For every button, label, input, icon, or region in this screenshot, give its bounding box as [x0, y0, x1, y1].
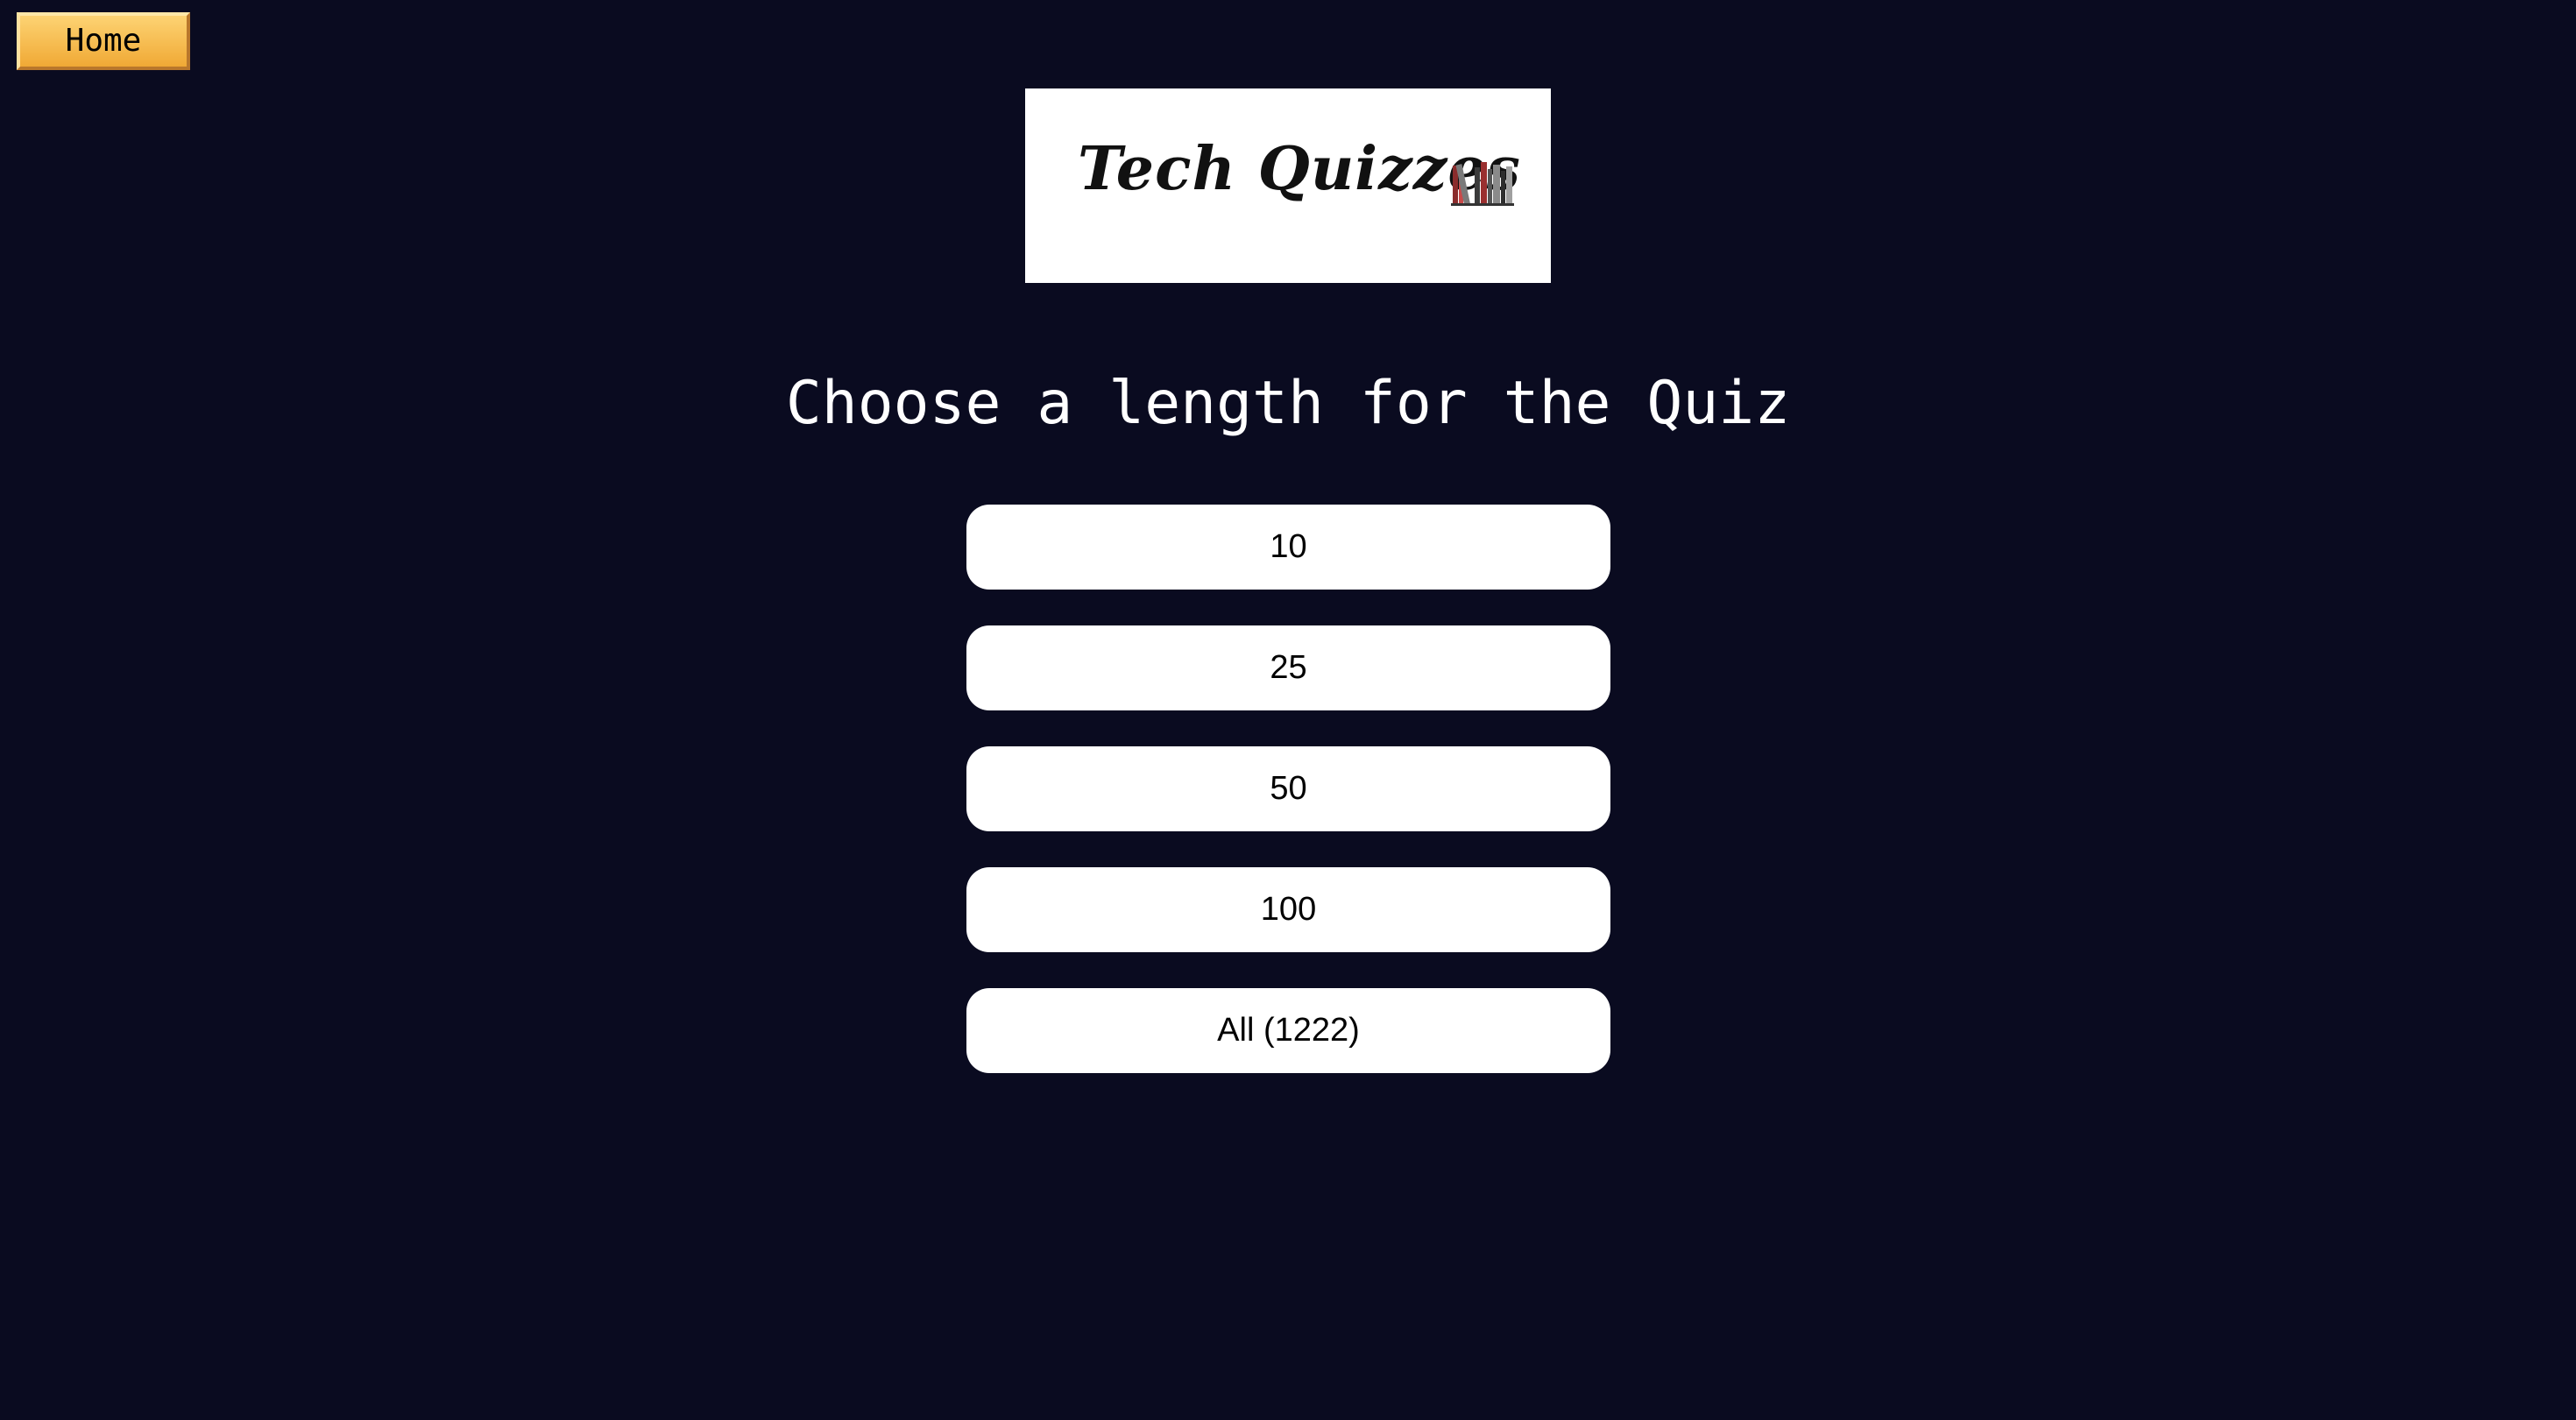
books-icon	[1451, 162, 1514, 206]
length-option-100-button[interactable]: 100	[966, 867, 1610, 952]
length-option-25-button[interactable]: 25	[966, 625, 1610, 710]
length-option-10-button[interactable]: 10	[966, 505, 1610, 590]
length-option-50-button[interactable]: 50	[966, 746, 1610, 831]
page-title: Choose a length for the Quiz	[785, 369, 1791, 438]
quiz-length-options: 10 25 50 100 All (1222)	[966, 505, 1610, 1109]
length-option-all-button[interactable]: All (1222)	[966, 988, 1610, 1073]
home-button[interactable]: Home	[17, 12, 190, 70]
logo: Tech Quizzes	[1025, 88, 1551, 283]
